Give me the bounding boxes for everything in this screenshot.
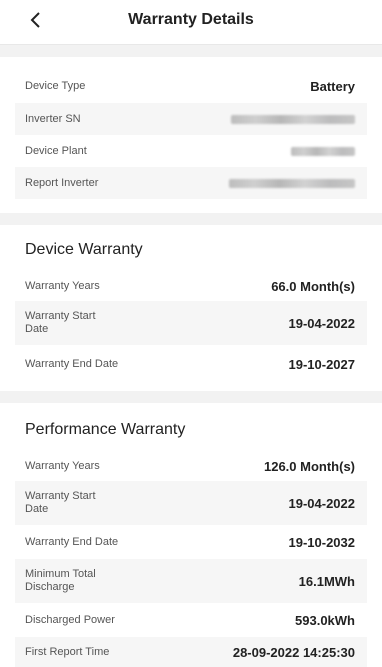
dw-warranty-end-label: Warranty End Date (25, 357, 119, 370)
dw-warranty-start-row: Warranty Start Date 19-04-2022 (15, 301, 367, 345)
page-title: Warranty Details (128, 11, 254, 28)
inverter-sn-redacted (231, 114, 355, 124)
pw-warranty-years-label: Warranty Years (25, 459, 100, 472)
pw-warranty-years-row: Warranty Years 126.0 Month(s) (15, 451, 367, 481)
device-type-row: Device Type Battery (15, 69, 367, 103)
dw-warranty-end-value: 19-10-2027 (288, 356, 356, 372)
dw-warranty-years-row: Warranty Years 66.0 Month(s) (15, 271, 367, 301)
report-inverter-redacted (229, 178, 355, 188)
device-warranty-title: Device Warranty (25, 241, 143, 258)
section-divider (0, 45, 382, 57)
inverter-sn-label: Inverter SN (25, 112, 81, 125)
pw-warranty-end-label: Warranty End Date (25, 535, 119, 548)
pw-warranty-start-value: 19-04-2022 (288, 495, 356, 511)
pw-warranty-years-value: 126.0 Month(s) (263, 458, 355, 474)
dw-warranty-years-value: 66.0 Month(s) (271, 278, 355, 294)
pw-warranty-end-value: 19-10-2032 (288, 534, 356, 550)
pw-discharged-power-label: Discharged Power (25, 613, 115, 626)
section-divider (0, 391, 382, 403)
device-plant-row: Device Plant (15, 135, 367, 167)
pw-min-discharge-row: Minimum Total Discharge 16.1MWh (15, 559, 367, 603)
pw-warranty-end-row: Warranty End Date 19-10-2032 (15, 525, 367, 559)
pw-min-discharge-value: 16.1MWh (298, 573, 355, 589)
report-inverter-row: Report Inverter (15, 167, 367, 199)
device-warranty-section: Device Warranty Warranty Years 66.0 Mont… (0, 225, 382, 391)
device-info-section: Device Type Battery Inverter SN Device P… (0, 57, 382, 213)
performance-warranty-title: Performance Warranty (25, 421, 186, 438)
report-inverter-label: Report Inverter (25, 176, 99, 189)
dw-warranty-start-label: Warranty Start Date (25, 310, 96, 335)
pw-first-report-value: 28-09-2022 14:25:30 (232, 644, 355, 660)
dw-warranty-start-value: 19-04-2022 (288, 315, 356, 331)
device-plant-redacted (291, 146, 355, 156)
pw-first-report-label: First Report Time (25, 645, 110, 658)
device-type-value: Battery (310, 78, 355, 94)
section-divider (0, 213, 382, 225)
device-type-label: Device Type (25, 79, 86, 92)
pw-discharged-power-value: 593.0kWh (295, 612, 355, 628)
dw-warranty-years-label: Warranty Years (25, 279, 100, 292)
device-plant-label: Device Plant (25, 144, 87, 157)
pw-warranty-start-row: Warranty Start Date 19-04-2022 (15, 481, 367, 525)
inverter-sn-row: Inverter SN (15, 103, 367, 135)
pw-min-discharge-label: Minimum Total Discharge (25, 568, 96, 593)
pw-warranty-start-label: Warranty Start Date (25, 490, 96, 515)
performance-warranty-section: Performance Warranty Warranty Years 126.… (0, 403, 382, 667)
app-header: Warranty Details (0, 0, 382, 45)
pw-first-report-row: First Report Time 28-09-2022 14:25:30 (15, 637, 367, 667)
dw-warranty-end-row: Warranty End Date 19-10-2027 (15, 345, 367, 383)
